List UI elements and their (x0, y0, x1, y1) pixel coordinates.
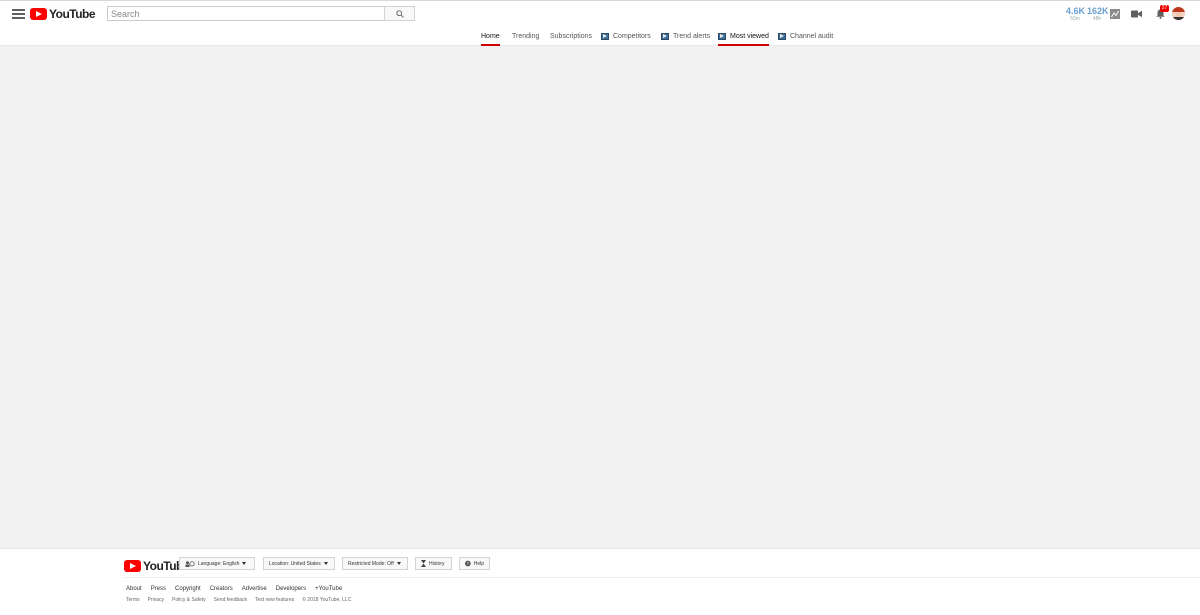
play-logo-icon (30, 8, 47, 20)
account-avatar[interactable] (1172, 7, 1185, 20)
extension-play-icon (661, 32, 669, 40)
youtube-logo[interactable]: YouTube (30, 6, 96, 22)
footer-link-about[interactable]: About (126, 586, 142, 592)
tab-label: Subscriptions (550, 32, 593, 40)
tab-label: Trend alerts (673, 32, 711, 40)
chevron-down-icon (242, 562, 247, 565)
footer-copyright-text: © 2018 YouTube, LLC (302, 597, 352, 603)
footer-link-send-feedback[interactable]: Send feedback (214, 597, 247, 603)
stat-label: 50m (1070, 16, 1080, 22)
footer-secondary-links: Terms Privacy Policy & Safety Send feedb… (126, 597, 351, 603)
tab-label: Competitors (613, 32, 651, 40)
search-button[interactable] (384, 6, 415, 21)
footer-link-press[interactable]: Press (151, 586, 166, 592)
stat-realtime-views[interactable]: 4.6K 50m (1066, 6, 1086, 23)
footer-link-copyright[interactable]: Copyright (175, 586, 201, 592)
restricted-mode-button[interactable]: Restricted Mode: Off (342, 557, 408, 570)
search-input[interactable] (107, 6, 384, 21)
video-camera-icon[interactable] (1130, 8, 1142, 20)
footer-link-privacy[interactable]: Privacy (148, 597, 164, 603)
footer-link-plus-youtube[interactable]: +YouTube (315, 586, 342, 592)
footer-primary-links: About Press Copyright Creators Advertise… (126, 586, 342, 592)
tab-most-viewed[interactable]: Most viewed (718, 26, 769, 46)
tab-trend-alerts[interactable]: Trend alerts (661, 26, 710, 46)
extension-play-icon (718, 32, 726, 40)
footer: YouTube Language: English Location: Unit… (0, 548, 1200, 615)
restricted-mode-label: Restricted Mode: Off (348, 560, 394, 567)
footer-link-developers[interactable]: Developers (276, 586, 306, 592)
tab-label: Home (481, 32, 500, 40)
chevron-down-icon (396, 562, 401, 565)
logo-text: YouTube (49, 7, 96, 21)
tab-label: Trending (512, 32, 540, 40)
footer-link-test-new-features[interactable]: Test new features (255, 597, 294, 603)
footer-link-advertise[interactable]: Advertise (242, 586, 267, 592)
help-label: Help (473, 560, 484, 567)
tab-trending[interactable]: Trending (512, 26, 539, 46)
stat-value: 162K (1087, 6, 1109, 16)
analytics-icon[interactable] (1109, 8, 1121, 20)
language-icon (185, 560, 195, 567)
search-icon (395, 9, 404, 18)
tab-label: Most viewed (730, 32, 769, 40)
language-label: Language: English (198, 560, 240, 567)
extension-play-icon (778, 32, 786, 40)
footer-divider (124, 577, 1200, 578)
tab-home[interactable]: Home (481, 26, 500, 46)
tab-competitors[interactable]: Competitors (601, 26, 651, 46)
history-button[interactable]: History (415, 557, 452, 570)
history-label: History (429, 560, 445, 567)
extension-play-icon (601, 32, 609, 40)
tab-channel-audit[interactable]: Channel audit (778, 26, 833, 46)
feed-tab-bar: Home Trending Subscriptions Competitors … (0, 26, 1200, 46)
stat-value: 4.6K (1066, 6, 1086, 16)
play-logo-icon (124, 560, 141, 572)
search-box (107, 6, 415, 21)
chevron-down-icon (323, 562, 328, 565)
hourglass-icon (421, 560, 426, 567)
language-picker-button[interactable]: Language: English (179, 557, 255, 570)
tab-subscriptions[interactable]: Subscriptions (550, 26, 592, 46)
notification-count-badge: 27 (1160, 5, 1169, 12)
tab-label: Channel audit (790, 32, 834, 40)
location-picker-button[interactable]: Location: United States (263, 557, 335, 570)
help-icon: ? (465, 560, 471, 567)
help-button[interactable]: ? Help (459, 557, 490, 570)
stat-48h-views[interactable]: 162K 48h (1087, 6, 1109, 23)
masthead: YouTube 4.6K 50m 162K 48h (0, 0, 1200, 26)
main-content-area (0, 46, 1200, 548)
footer-link-creators[interactable]: Creators (210, 586, 233, 592)
footer-link-terms[interactable]: Terms (126, 597, 140, 603)
menu-icon[interactable] (12, 9, 25, 19)
stat-label: 48h (1092, 16, 1102, 22)
footer-link-policy-safety[interactable]: Policy & Safety (172, 597, 206, 603)
location-label: Location: United States (269, 560, 321, 567)
